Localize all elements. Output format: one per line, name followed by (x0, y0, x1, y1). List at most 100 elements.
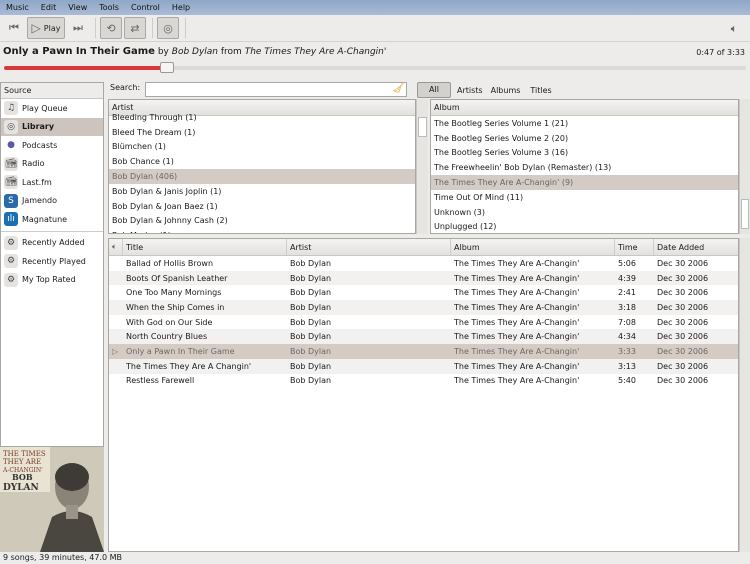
browse-button[interactable]: ◎ (157, 17, 179, 39)
track-album: The Times They Are A-Changin' (454, 317, 580, 327)
title-column-header[interactable]: Title (123, 239, 287, 255)
list-item[interactable]: Blümchen (1) (109, 140, 415, 155)
list-item[interactable]: Time Out Of Mind (11) (431, 190, 738, 205)
list-item[interactable]: The Times They Are A-Changin' (9) (431, 175, 738, 190)
list-item[interactable]: Bob Chance (1) (109, 154, 415, 169)
source-item-podcasts[interactable]: ● Podcasts (1, 136, 103, 155)
tab-albums[interactable]: Albums (491, 86, 521, 95)
list-item[interactable]: Bob Dylan & Joan Baez (1) (109, 199, 415, 214)
track-artist: Bob Dylan (290, 302, 332, 312)
seek-handle[interactable] (160, 62, 175, 73)
podcast-icon: ● (7, 140, 15, 151)
source-pane: Source ♫ Play Queue ◎ Library ● Podcasts 📻︎ Rad… (0, 82, 104, 447)
list-item[interactable]: Bob Dylan (406) (109, 169, 415, 184)
tab-artists[interactable]: Artists (457, 86, 483, 95)
artist-browser: Artist Bleeding Through (1) Bleed The Dre… (108, 99, 416, 234)
track-date-added: Dec 30 2006 (657, 361, 709, 371)
source-item-my-top-rated[interactable]: ⚙ My Top Rated (1, 271, 103, 290)
track-album: The Times They Are A-Changin' (454, 288, 580, 298)
list-item[interactable]: Bleed The Dream (1) (109, 125, 415, 140)
tab-titles[interactable]: Titles (530, 86, 551, 95)
play-button[interactable]: ▷ Play (27, 17, 65, 39)
list-item[interactable]: The Bootleg Series Volume 3 (16) (431, 146, 738, 161)
list-item[interactable]: Bob Dylan & Johnny Cash (2) (109, 214, 415, 229)
table-row[interactable]: North Country Blues Bob Dylan The Times Th… (109, 329, 738, 345)
svg-text:THE TIMES: THE TIMES (3, 450, 46, 458)
menu-view[interactable]: View (68, 3, 87, 12)
speaker-icon: 🔈︎ (112, 242, 117, 251)
table-row[interactable]: The Times They Are A Changin' Bob Dylan Th… (109, 358, 738, 374)
list-item[interactable]: The Bootleg Series Volume 1 (21) (431, 116, 738, 131)
list-item[interactable]: Bob Marley (1) (109, 228, 415, 233)
track-title: Restless Farewell (126, 376, 195, 386)
table-row[interactable]: When the Ship Comes in Bob Dylan The Times… (109, 300, 738, 315)
source-item-library[interactable]: ◎ Library (1, 117, 103, 136)
artist-scrollbar[interactable] (416, 99, 428, 234)
table-row[interactable]: Ballad of Hollis Brown Bob Dylan The Times… (109, 256, 738, 271)
track-date-added: Dec 30 2006 (657, 302, 709, 312)
table-row[interactable]: Restless Farewell Bob Dylan The Times They… (109, 374, 738, 389)
track-artist: Bob Dylan (290, 332, 332, 342)
menu-help[interactable]: Help (172, 3, 190, 12)
table-row[interactable]: One Too Many Mornings Bob Dylan The Times … (109, 285, 738, 300)
toolbar: ⏮ ▷ Play ⏭ ⟲ ⇄ ◎ 🔈︎ (0, 15, 750, 42)
previous-button[interactable]: ⏮ (3, 17, 25, 39)
track-time: 3:18 (618, 302, 636, 312)
track-artist: Bob Dylan (290, 376, 332, 386)
next-button[interactable]: ⏭ (67, 17, 89, 39)
lastfm-icon: 📻︎ (4, 175, 18, 190)
seek-slider[interactable] (4, 62, 746, 73)
track-artist: Bob Dylan (290, 258, 332, 268)
menu-edit[interactable]: Edit (41, 3, 57, 12)
album-art: THE TIMES THEY ARE A-CHANGIN' BOB DYLAN (0, 447, 104, 552)
search-input[interactable] (145, 82, 407, 97)
separator (1, 230, 103, 232)
playing-column-header[interactable]: 🔈︎ (109, 239, 123, 255)
list-item[interactable]: Bob Dylan & Janis Joplin (1) (109, 184, 415, 199)
date-added-column-header[interactable]: Date Added (654, 239, 738, 255)
playlist-icon: ♫ (4, 101, 18, 116)
tab-all[interactable]: All (417, 82, 451, 98)
source-item-radio[interactable]: 📻︎ Radio (1, 155, 103, 174)
repeat-button[interactable]: ⟲ (100, 17, 122, 39)
list-item[interactable]: Unknown (3) (431, 205, 738, 220)
now-playing: Only a Pawn In Their Game by Bob Dylan f… (3, 46, 386, 57)
album-column-header[interactable]: Album (451, 239, 615, 255)
svg-text:BOB: BOB (12, 472, 33, 482)
track-title: Ballad of Hollis Brown (126, 258, 214, 268)
source-item-label: Recently Added (22, 238, 85, 248)
separator (152, 18, 153, 38)
menu-control[interactable]: Control (131, 3, 160, 12)
source-item-play-queue[interactable]: ♫ Play Queue (1, 99, 103, 118)
smart-playlist-icon: ⚙ (4, 254, 18, 269)
shuffle-button[interactable]: ⇄ (124, 17, 146, 39)
svg-text:THEY ARE: THEY ARE (3, 458, 41, 466)
time-column-header[interactable]: Time (615, 239, 654, 255)
volume-button[interactable]: 🔈︎ (726, 18, 742, 40)
table-row[interactable]: Boots Of Spanish Leather Bob Dylan The Tim… (109, 270, 738, 286)
track-time: 4:39 (618, 273, 636, 283)
list-item[interactable]: The Freewheelin' Bob Dylan (Remaster) (1… (431, 160, 738, 175)
menu-tools[interactable]: Tools (99, 3, 119, 12)
list-item[interactable]: The Bootleg Series Volume 2 (20) (431, 131, 738, 146)
track-artist: Bob Dylan (290, 361, 332, 371)
source-item-recently-played[interactable]: ⚙ Recently Played (1, 252, 103, 271)
smart-playlist-icon: ⚙ (4, 235, 18, 250)
track-album: The Times They Are A-Changin' (454, 332, 580, 342)
previous-icon: ⏮ (9, 21, 19, 34)
source-item-jamendo[interactable]: S Jamendo (1, 192, 103, 211)
clear-search-icon[interactable]: 🧹︎ (392, 83, 405, 94)
source-item-magnatune[interactable]: ılı Magnatune (1, 210, 103, 229)
track-scrollbar[interactable] (739, 238, 750, 552)
menu-music[interactable]: Music (6, 3, 29, 12)
artist-column-header[interactable]: Artist (287, 239, 451, 255)
table-row[interactable]: With God on Our Side Bob Dylan The Times T… (109, 315, 738, 330)
list-item[interactable]: Unplugged (12) (431, 220, 738, 233)
source-item-recently-added[interactable]: ⚙ Recently Added (1, 234, 103, 253)
album-column-header[interactable]: Album (431, 100, 738, 115)
table-row[interactable]: ▷ Only a Pawn In Their Game Bob Dylan The T… (109, 344, 738, 359)
source-item-last-fm[interactable]: 📻︎ Last.fm (1, 173, 103, 192)
source-item-label: Last.fm (22, 177, 52, 187)
source-header: Source (4, 86, 32, 95)
album-scrollbar[interactable] (739, 99, 750, 234)
